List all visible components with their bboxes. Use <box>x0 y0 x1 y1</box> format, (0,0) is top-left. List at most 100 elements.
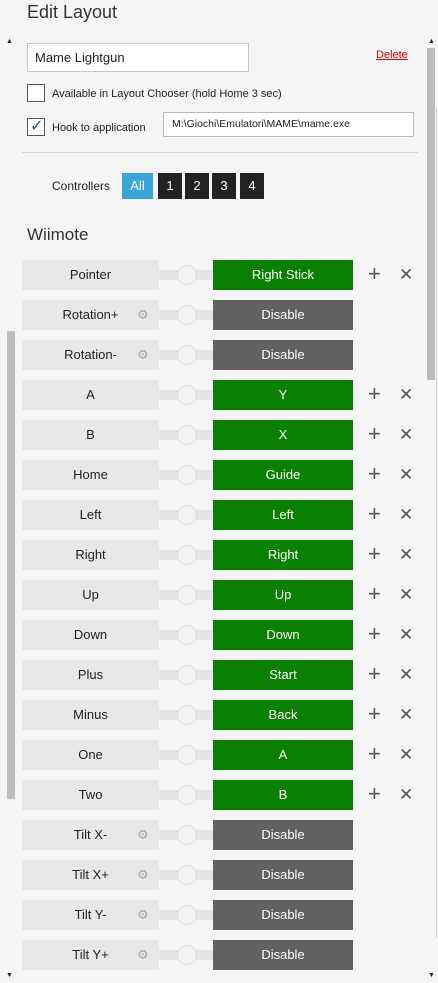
layout-name-input[interactable]: Mame Lightgun <box>27 43 249 72</box>
hook-checkbox[interactable]: ✓ <box>27 118 45 136</box>
controller-3-button[interactable]: 3 <box>212 173 236 199</box>
link-handle[interactable] <box>177 625 197 645</box>
available-label: Available in Layout Chooser (hold Home 3… <box>52 88 282 100</box>
hook-path-input[interactable]: M:\Giochi\Emulatori\MAME\mame.exe <box>163 112 414 137</box>
mapping-target[interactable]: Down <box>213 620 353 650</box>
mapping-source[interactable]: Plus <box>22 660 159 690</box>
right-scrollbar-track <box>436 108 437 938</box>
mapping-source[interactable]: One <box>22 740 159 770</box>
gear-icon[interactable]: ⚙ <box>137 900 149 930</box>
mapping-target[interactable]: A <box>213 740 353 770</box>
right-scroll-up-arrow-icon[interactable]: ▲ <box>428 38 435 45</box>
link-handle[interactable] <box>177 585 197 605</box>
mapping-target[interactable]: Disable <box>213 820 353 850</box>
plus-icon[interactable]: + <box>368 620 381 648</box>
right-scroll-down-arrow-icon[interactable]: ▼ <box>428 972 435 979</box>
controller-1-button[interactable]: 1 <box>158 173 182 199</box>
mapping-source[interactable]: B <box>22 420 159 450</box>
close-icon[interactable]: ✕ <box>399 260 413 290</box>
plus-icon[interactable]: + <box>368 740 381 768</box>
close-icon[interactable]: ✕ <box>399 420 413 450</box>
mapping-target[interactable]: Left <box>213 500 353 530</box>
link-handle[interactable] <box>177 265 197 285</box>
gear-icon[interactable]: ⚙ <box>137 340 149 370</box>
mapping-target[interactable]: Right Stick <box>213 260 353 290</box>
close-icon[interactable]: ✕ <box>399 660 413 690</box>
close-icon[interactable]: ✕ <box>399 540 413 570</box>
close-icon[interactable]: ✕ <box>399 500 413 530</box>
close-icon[interactable]: ✕ <box>399 460 413 490</box>
link-handle[interactable] <box>177 785 197 805</box>
mapping-source[interactable]: Home <box>22 460 159 490</box>
mapping-target[interactable]: Disable <box>213 940 353 970</box>
link-handle[interactable] <box>177 545 197 565</box>
close-icon[interactable]: ✕ <box>399 700 413 730</box>
link-handle[interactable] <box>177 825 197 845</box>
link-handle[interactable] <box>177 905 197 925</box>
link-handle[interactable] <box>177 385 197 405</box>
mapping-row: Rotation- ⚙ Disable <box>22 340 418 370</box>
link-handle[interactable] <box>177 345 197 365</box>
left-scrollbar-thumb[interactable] <box>7 331 15 799</box>
mapping-source[interactable]: Minus <box>22 700 159 730</box>
scroll-up-arrow-icon[interactable]: ▲ <box>6 38 13 45</box>
mapping-source[interactable]: A <box>22 380 159 410</box>
mapping-source[interactable]: Up <box>22 580 159 610</box>
mapping-source[interactable]: Two <box>22 780 159 810</box>
controller-4-button[interactable]: 4 <box>240 173 264 199</box>
link-handle[interactable] <box>177 465 197 485</box>
link-handle[interactable] <box>177 865 197 885</box>
mapping-target[interactable]: Guide <box>213 460 353 490</box>
mapping-source[interactable]: Down <box>22 620 159 650</box>
plus-icon[interactable]: + <box>368 260 381 288</box>
mapping-target[interactable]: X <box>213 420 353 450</box>
mapping-target[interactable]: Disable <box>213 860 353 890</box>
plus-icon[interactable]: + <box>368 540 381 568</box>
available-checkbox[interactable] <box>27 84 45 102</box>
mapping-target[interactable]: Right <box>213 540 353 570</box>
close-icon[interactable]: ✕ <box>399 580 413 610</box>
delete-link[interactable]: Delete <box>376 49 408 61</box>
mapping-target[interactable]: Up <box>213 580 353 610</box>
link-handle[interactable] <box>177 665 197 685</box>
mapping-target[interactable]: Disable <box>213 300 353 330</box>
controller-all-button[interactable]: All <box>122 173 153 199</box>
right-scrollbar-thumb[interactable] <box>427 48 435 380</box>
link-handle[interactable] <box>177 945 197 965</box>
plus-icon[interactable]: + <box>368 420 381 448</box>
mapping-row: B X + ✕ <box>22 420 418 450</box>
close-icon[interactable]: ✕ <box>399 780 413 810</box>
gear-icon[interactable]: ⚙ <box>137 860 149 890</box>
close-icon[interactable]: ✕ <box>399 380 413 410</box>
close-icon[interactable]: ✕ <box>399 620 413 650</box>
gear-icon[interactable]: ⚙ <box>137 300 149 330</box>
mapping-target[interactable]: Start <box>213 660 353 690</box>
link-handle[interactable] <box>177 705 197 725</box>
mapping-source[interactable]: Right <box>22 540 159 570</box>
plus-icon[interactable]: + <box>368 700 381 728</box>
mapping-source[interactable]: Pointer <box>22 260 159 290</box>
plus-icon[interactable]: + <box>368 460 381 488</box>
mapping-row: One A + ✕ <box>22 740 418 770</box>
mapping-target[interactable]: Y <box>213 380 353 410</box>
mapping-target[interactable]: Disable <box>213 340 353 370</box>
close-icon[interactable]: ✕ <box>399 740 413 770</box>
link-handle[interactable] <box>177 305 197 325</box>
mapping-target[interactable]: Back <box>213 700 353 730</box>
mapping-target[interactable]: Disable <box>213 900 353 930</box>
link-handle[interactable] <box>177 505 197 525</box>
gear-icon[interactable]: ⚙ <box>137 940 149 970</box>
plus-icon[interactable]: + <box>368 580 381 608</box>
plus-icon[interactable]: + <box>368 500 381 528</box>
gear-icon[interactable]: ⚙ <box>137 820 149 850</box>
plus-icon[interactable]: + <box>368 780 381 808</box>
plus-icon[interactable]: + <box>368 660 381 688</box>
link-handle[interactable] <box>177 425 197 445</box>
mapping-source[interactable]: Left <box>22 500 159 530</box>
link-handle[interactable] <box>177 745 197 765</box>
mapping-row: A Y + ✕ <box>22 380 418 410</box>
scroll-down-arrow-icon[interactable]: ▼ <box>6 972 13 979</box>
mapping-target[interactable]: B <box>213 780 353 810</box>
controller-2-button[interactable]: 2 <box>185 173 209 199</box>
plus-icon[interactable]: + <box>368 380 381 408</box>
